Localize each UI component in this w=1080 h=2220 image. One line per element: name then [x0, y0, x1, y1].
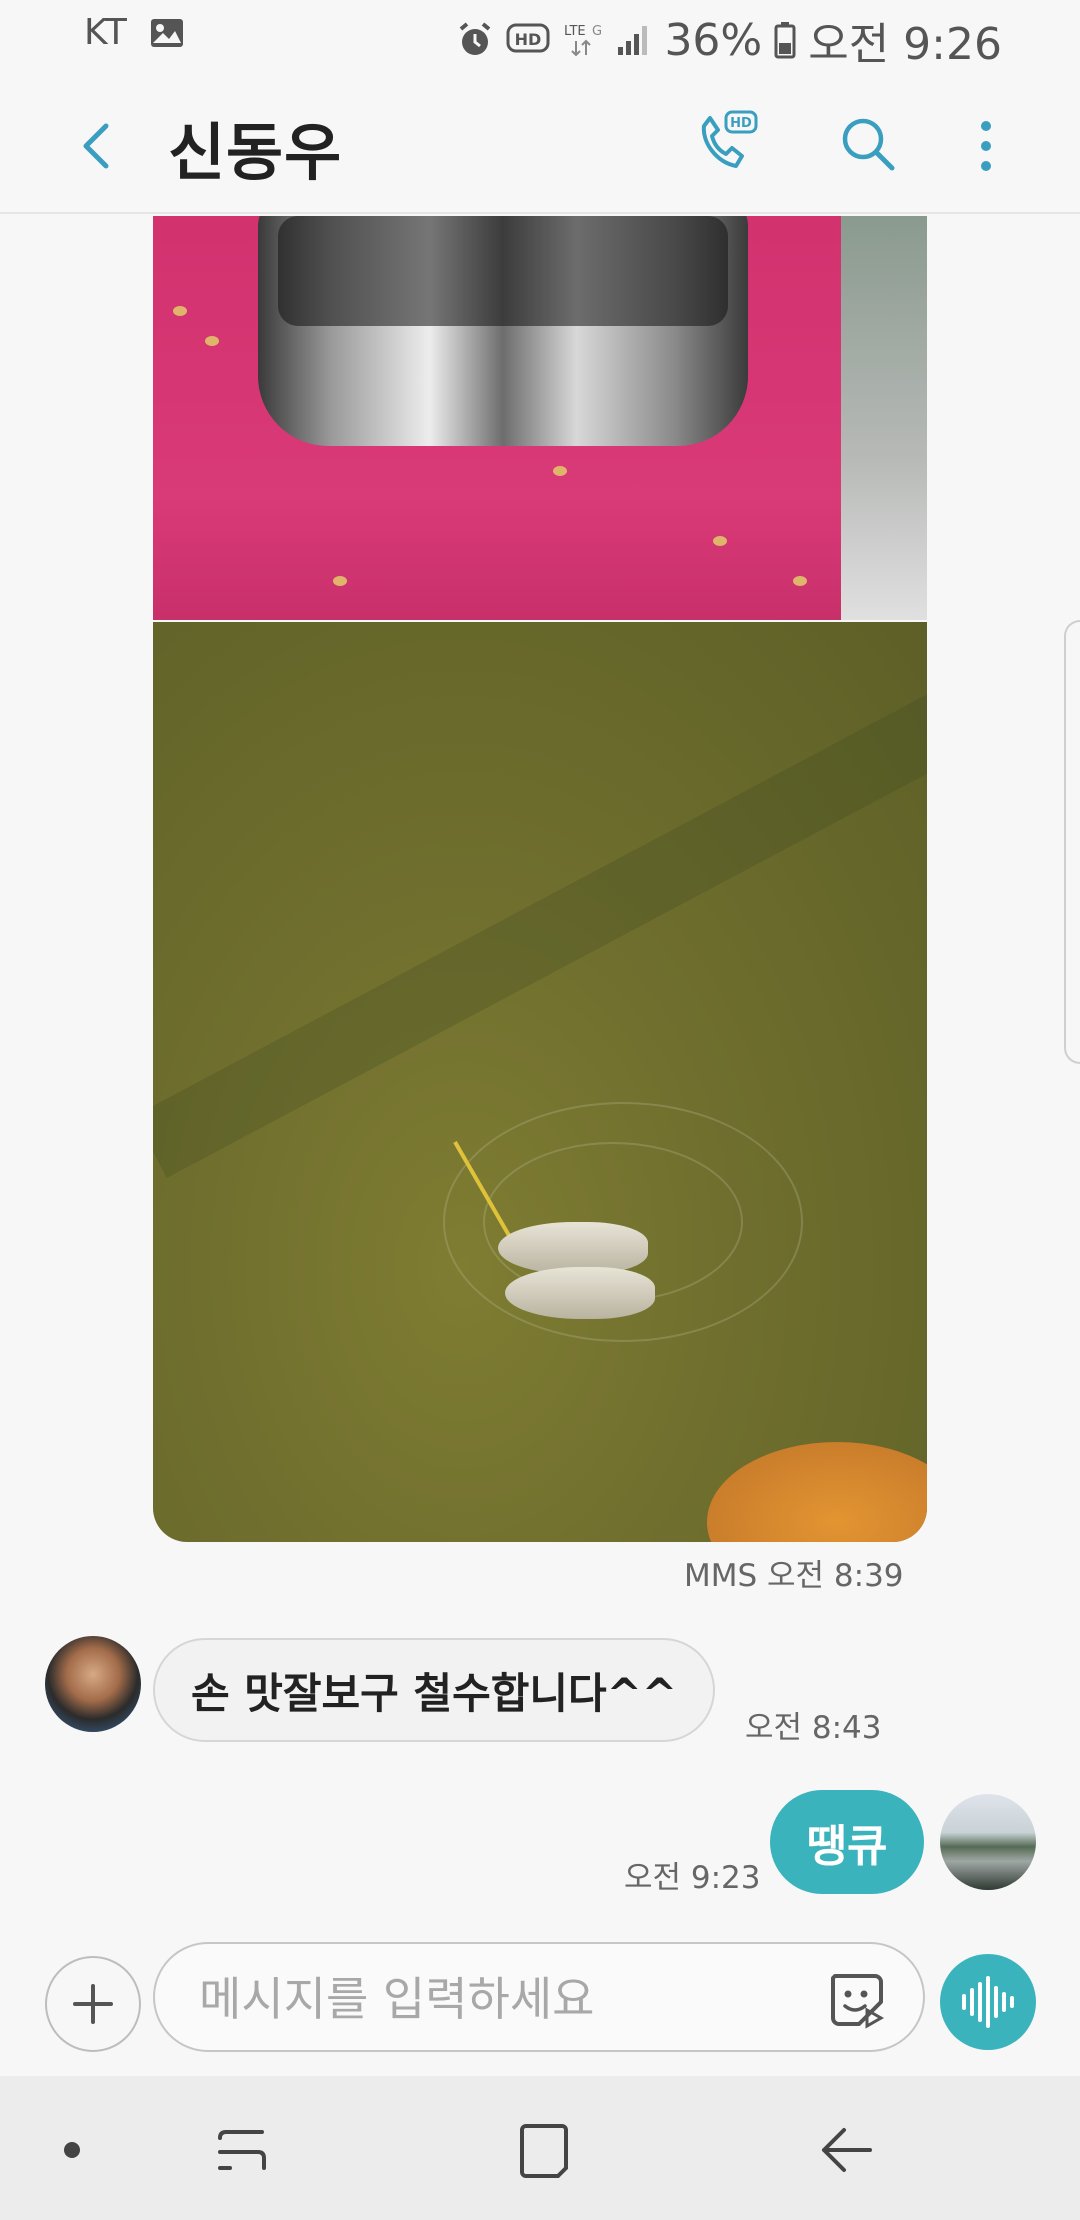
- status-left: KT: [84, 12, 185, 53]
- contact-name[interactable]: 신동우: [168, 102, 342, 192]
- search-icon[interactable]: [836, 112, 900, 176]
- hd-voice-icon: HD: [506, 23, 550, 53]
- my-avatar[interactable]: [940, 1794, 1036, 1890]
- contact-avatar[interactable]: [45, 1636, 141, 1732]
- photo-fish: [505, 1267, 655, 1319]
- mms-photo-fish[interactable]: [153, 622, 927, 1542]
- back-arrow-icon[interactable]: [814, 2118, 878, 2182]
- system-nav-bar: [0, 2076, 1080, 2220]
- photo-background-strip: [841, 216, 927, 620]
- add-attachment-button[interactable]: [45, 1956, 141, 2052]
- photo-crumb: [793, 576, 807, 586]
- photo-orange-object: [707, 1442, 927, 1542]
- photo-crumb: [553, 466, 567, 476]
- scroll-handle[interactable]: [1064, 620, 1080, 1064]
- svg-text:G: G: [592, 24, 602, 39]
- photo-crumb: [333, 576, 347, 586]
- message-list[interactable]: MMS 오전 8:39 손 맛잘보구 철수합니다^^ 오전 8:43 오전 9:…: [0, 216, 1080, 1940]
- battery-percent: 36%: [664, 14, 763, 66]
- home-icon[interactable]: [512, 2118, 576, 2182]
- carrier-label: KT: [84, 12, 127, 53]
- voice-input-button[interactable]: [940, 1954, 1036, 2050]
- photo-crumb: [205, 336, 219, 346]
- status-right: HD LTE G 36% 오전 9:26: [456, 8, 1002, 72]
- outgoing-message-bubble[interactable]: 땡큐: [770, 1790, 924, 1894]
- photo-crumb: [713, 536, 727, 546]
- mms-timestamp: MMS 오전 8:39: [684, 1558, 904, 1594]
- status-time: 오전 9:26: [808, 19, 1002, 70]
- mms-photo-can[interactable]: [153, 216, 927, 620]
- conversation-header: 신동우 HD: [0, 72, 1080, 214]
- back-icon[interactable]: [68, 116, 128, 176]
- status-bar: KT HD LTE G 36% 오전 9:26: [0, 0, 1080, 72]
- more-vert-icon[interactable]: [966, 114, 1006, 178]
- message-input[interactable]: [199, 1964, 759, 2034]
- battery-icon: [774, 22, 796, 59]
- add-icon: [73, 1984, 113, 2024]
- alarm-icon: [460, 22, 491, 55]
- photo-can-shape: [258, 216, 748, 446]
- call-badge: HD: [730, 116, 752, 131]
- hd-call-icon[interactable]: HD: [690, 106, 762, 178]
- outgoing-message-time: 오전 9:23: [624, 1860, 761, 1896]
- svg-text:HD: HD: [515, 30, 542, 49]
- composer-bar: [0, 1940, 1080, 2076]
- lte-label: LTE: [564, 24, 586, 39]
- signal-icon: [618, 26, 648, 55]
- photo-water-streak: [153, 656, 927, 1178]
- lte-icon: LTE G: [564, 24, 603, 57]
- recents-icon[interactable]: [210, 2118, 274, 2182]
- message-input-wrap[interactable]: [153, 1942, 925, 2052]
- voice-icon: [962, 1976, 1014, 2028]
- photo-crumb: [173, 306, 187, 316]
- dot-icon[interactable]: [40, 2118, 104, 2182]
- incoming-message-time: 오전 8:43: [745, 1710, 882, 1746]
- sticker-icon[interactable]: [825, 1968, 889, 2032]
- incoming-message-bubble[interactable]: 손 맛잘보구 철수합니다^^: [153, 1638, 716, 1742]
- gallery-notification-icon: [150, 18, 183, 47]
